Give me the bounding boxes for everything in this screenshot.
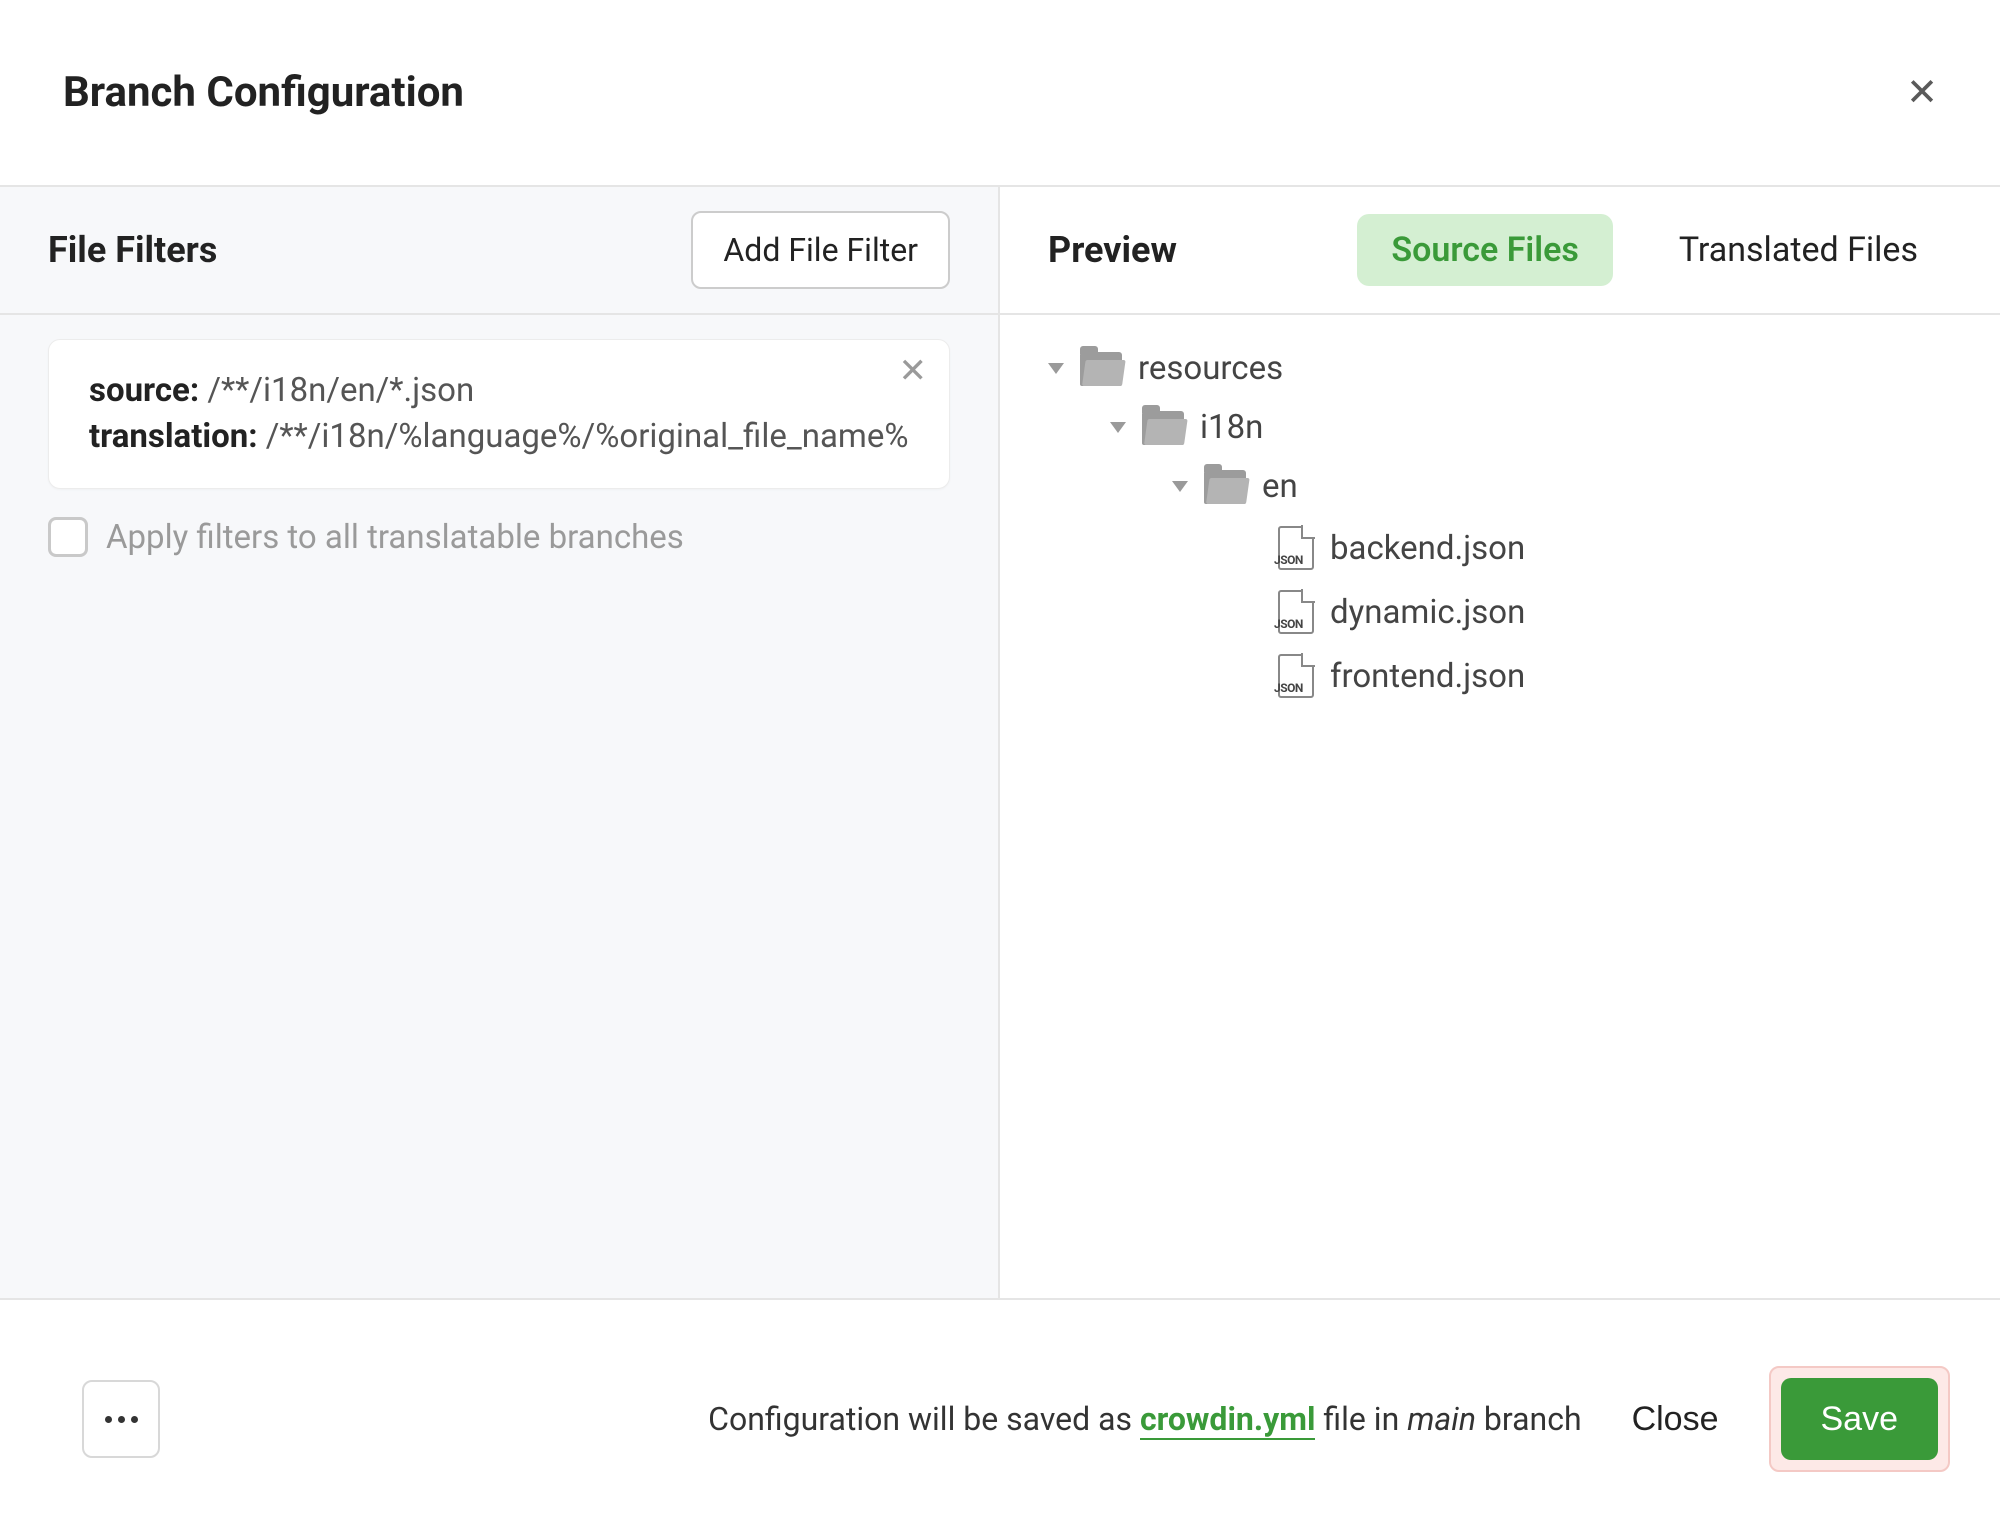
apply-filters-label: Apply filters to all translatable branch… xyxy=(106,518,684,557)
tree-file[interactable]: JSON backend.json xyxy=(1048,516,1952,580)
chevron-down-icon[interactable] xyxy=(1048,363,1064,374)
page-title: Branch Configuration xyxy=(63,68,464,117)
close-icon[interactable]: ✕ xyxy=(1896,64,1948,122)
folder-icon xyxy=(1204,470,1246,504)
save-button-highlight: Save xyxy=(1769,1366,1951,1472)
folder-icon xyxy=(1142,411,1184,445)
filter-translation-value: /**/i18n/%language%/%original_file_name% xyxy=(266,417,909,456)
file-label: dynamic.json xyxy=(1330,593,1525,632)
footer-status-message: Configuration will be saved as crowdin.y… xyxy=(708,1400,1581,1438)
chevron-down-icon[interactable] xyxy=(1110,422,1126,433)
filter-source-label: source: xyxy=(89,371,199,410)
file-filter-card[interactable]: ✕ source: /**/i18n/en/*.json translation… xyxy=(48,339,950,489)
file-filters-heading: File Filters xyxy=(48,229,217,271)
preview-heading: Preview xyxy=(1048,229,1177,271)
json-file-icon: JSON xyxy=(1278,654,1314,698)
config-file-link[interactable]: crowdin.yml xyxy=(1140,1400,1315,1440)
remove-filter-icon[interactable]: ✕ xyxy=(899,354,928,388)
footer-msg-suffix: branch xyxy=(1476,1400,1582,1438)
footer-msg-mid: file in xyxy=(1315,1400,1407,1438)
footer-msg-prefix: Configuration will be saved as xyxy=(708,1400,1140,1438)
json-file-icon: JSON xyxy=(1278,526,1314,570)
file-label: backend.json xyxy=(1330,529,1525,568)
file-label: frontend.json xyxy=(1330,657,1525,696)
filter-translation-label: translation: xyxy=(89,417,258,456)
tab-translated-files[interactable]: Translated Files xyxy=(1645,214,1952,286)
folder-icon xyxy=(1080,352,1122,386)
folder-label: i18n xyxy=(1200,408,1263,447)
tree-folder-i18n[interactable]: i18n xyxy=(1048,398,1952,457)
folder-label: en xyxy=(1262,467,1298,506)
json-file-icon: JSON xyxy=(1278,590,1314,634)
close-button[interactable]: Close xyxy=(1632,1400,1719,1439)
add-file-filter-button[interactable]: Add File Filter xyxy=(691,211,950,289)
tree-folder-en[interactable]: en xyxy=(1048,457,1952,516)
branch-name: main xyxy=(1407,1400,1476,1438)
more-options-button[interactable] xyxy=(82,1380,160,1458)
tab-source-files[interactable]: Source Files xyxy=(1357,214,1613,286)
tree-file[interactable]: JSON frontend.json xyxy=(1048,644,1952,708)
save-button[interactable]: Save xyxy=(1781,1378,1939,1460)
tree-folder-resources[interactable]: resources xyxy=(1048,339,1952,398)
folder-label: resources xyxy=(1138,349,1283,388)
filter-source-value: /**/i18n/en/*.json xyxy=(207,371,474,410)
apply-filters-checkbox[interactable] xyxy=(48,517,88,557)
tree-file[interactable]: JSON dynamic.json xyxy=(1048,580,1952,644)
chevron-down-icon[interactable] xyxy=(1172,481,1188,492)
